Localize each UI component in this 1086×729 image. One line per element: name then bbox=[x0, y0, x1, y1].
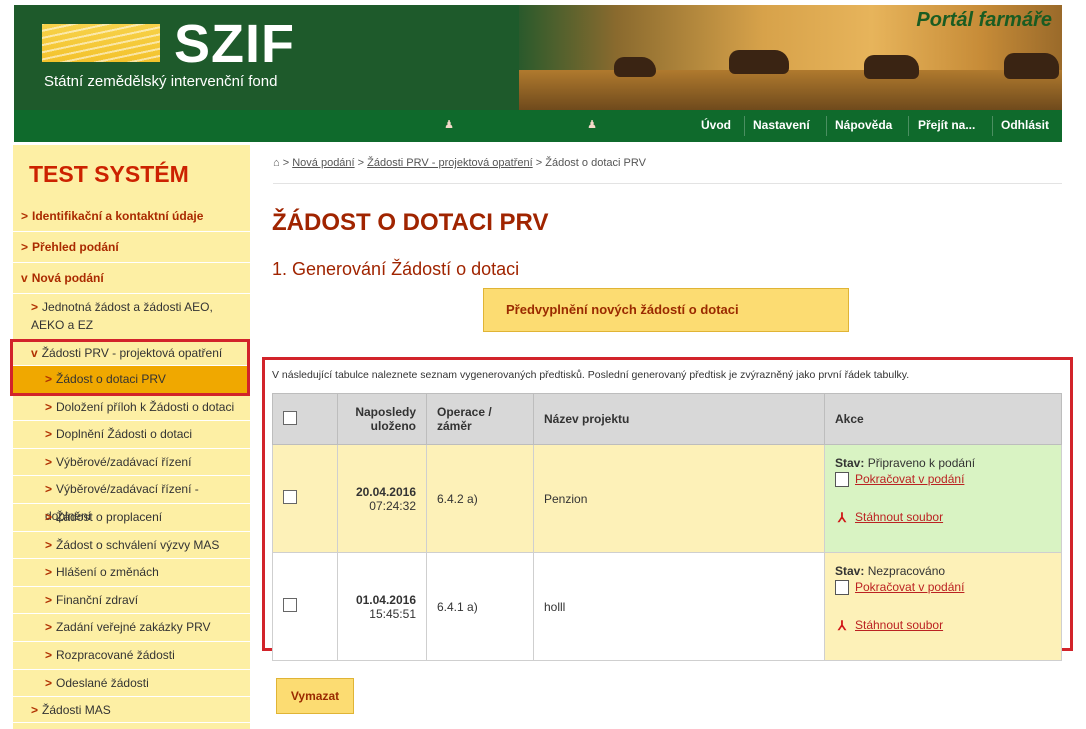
sidebar-item-jednotna-zadost[interactable]: > Jednotná žádost a žádosti AEO, AEKO a E… bbox=[13, 294, 250, 340]
chevron-right-icon: > bbox=[31, 703, 39, 718]
column-header-operation[interactable]: Operace / záměr bbox=[426, 393, 534, 445]
sidebar-item-identifikacni-udaje[interactable]: > Identifikační a kontaktní údaje bbox=[13, 201, 250, 232]
nav-uvod[interactable]: Úvod bbox=[701, 110, 731, 142]
chevron-right-icon: > bbox=[45, 565, 53, 580]
sidebar-item-rozpracovane-zadosti[interactable]: > Rozpracované žádosti bbox=[13, 642, 250, 670]
continue-link[interactable]: Pokračovat v podání bbox=[855, 580, 964, 594]
row-status: Připraveno k podání bbox=[867, 456, 976, 470]
table-header-row: Naposledy uloženo Operace / záměr Název … bbox=[272, 393, 1062, 445]
row-time: 07:24:32 bbox=[369, 498, 416, 513]
divider bbox=[273, 183, 1062, 184]
brand-subtitle: Státní zemědělský intervenční fond bbox=[44, 73, 278, 90]
cow-image bbox=[729, 50, 789, 74]
row-time: 15:45:51 bbox=[369, 606, 416, 621]
sidebar-item-dolozeni-priloh[interactable]: > Doložení příloh k Žádosti o dotaci bbox=[13, 394, 250, 422]
row-project-name: Penzion bbox=[533, 444, 825, 553]
chevron-right-icon: > bbox=[45, 482, 53, 497]
nav-prejit-na[interactable]: Přejít na... bbox=[918, 110, 975, 142]
chevron-down-icon: v bbox=[31, 346, 38, 360]
sidebar-item-financni-zdravi[interactable]: > Finanční zdraví bbox=[13, 587, 250, 615]
column-header-actions: Akce bbox=[824, 393, 1062, 445]
breadcrumb: ⌂ > Nová podání > Žádosti PRV - projekto… bbox=[273, 157, 646, 169]
sidebar-item-vyberove-rizeni-doplneni[interactable]: > Výběrové/zadávací řízení - doplnění bbox=[13, 476, 250, 523]
chevron-right-icon: > bbox=[45, 620, 53, 635]
user-switch-icon[interactable]: ♟ bbox=[585, 118, 599, 132]
chevron-right-icon: > bbox=[45, 509, 53, 524]
document-edit-icon bbox=[835, 472, 849, 488]
sidebar-item-odeslane-zadosti[interactable]: > Odeslané žádosti bbox=[13, 670, 250, 698]
document-edit-icon bbox=[835, 580, 849, 596]
brand-name[interactable]: SZIF bbox=[174, 13, 295, 75]
chevron-right-icon: > bbox=[45, 537, 53, 552]
sidebar-item-zadost-o-proplaceni[interactable]: > Žádost o proplacení bbox=[13, 504, 250, 532]
pdf-icon: ⅄ bbox=[838, 618, 846, 634]
row-status: Nezpracováno bbox=[867, 564, 946, 578]
user-icon[interactable]: ♟ bbox=[442, 118, 456, 132]
sidebar-menu: > Identifikační a kontaktní údaje > Přehle… bbox=[13, 201, 250, 724]
sidebar-item-zadosti-prv[interactable]: v Žádosti PRV - projektová opatření bbox=[13, 340, 250, 366]
chevron-right-icon: > bbox=[45, 592, 53, 607]
chevron-right-icon: > bbox=[45, 427, 53, 442]
chevron-right-icon: > bbox=[45, 647, 53, 662]
chevron-right-icon: > bbox=[21, 240, 29, 254]
chevron-down-icon: v bbox=[21, 271, 28, 285]
requests-table: Naposledy uloženo Operace / záměr Název … bbox=[272, 393, 1062, 661]
row-project-name: holll bbox=[533, 552, 825, 661]
sidebar-item-verejne-zakazky[interactable]: > Zadání veřejné zakázky PRV bbox=[13, 614, 250, 642]
select-all-cell bbox=[272, 393, 338, 445]
select-all-checkbox[interactable] bbox=[283, 410, 297, 425]
row-actions: Stav: Nezpracováno Pokračovat v podání ⅄… bbox=[824, 552, 1062, 661]
site-header: SZIF Státní zemědělský intervenční fond … bbox=[14, 5, 1062, 110]
sidebar-item-hlaseni-o-zmenach[interactable]: > Hlášení o změnách bbox=[13, 559, 250, 587]
cow-image bbox=[1004, 53, 1059, 79]
table-row: 01.04.2016 15:45:51 6.4.1 a) holll Stav:… bbox=[272, 552, 1062, 661]
main-content: ⌂ > Nová podání > Žádosti PRV - projekto… bbox=[262, 145, 1073, 729]
page-title: ŽÁDOST O DOTACI PRV bbox=[272, 209, 549, 236]
breadcrumb-nova-podani[interactable]: Nová podání bbox=[292, 157, 354, 169]
row-checkbox[interactable] bbox=[283, 598, 297, 612]
column-header-project[interactable]: Název projektu bbox=[533, 393, 825, 445]
nav-napoveda[interactable]: Nápověda bbox=[835, 110, 892, 142]
continue-link[interactable]: Pokračovat v podání bbox=[855, 472, 964, 486]
row-date: 01.04.2016 bbox=[355, 592, 416, 607]
sidebar-item-vyberove-rizeni[interactable]: > Výběrové/zadávací řízení bbox=[13, 449, 250, 477]
section-title: 1. Generování Žádostí o dotaci bbox=[272, 259, 520, 279]
chevron-right-icon: > bbox=[45, 675, 53, 690]
pdf-icon: ⅄ bbox=[838, 510, 846, 526]
row-operation: 6.4.2 a) bbox=[426, 444, 534, 553]
cow-image bbox=[864, 55, 919, 79]
download-link[interactable]: Stáhnout soubor bbox=[855, 618, 943, 632]
chevron-right-icon: > bbox=[45, 454, 53, 469]
top-navbar: ♟ ♟ Úvod Nastavení Nápověda Přejít na...… bbox=[14, 110, 1062, 142]
chevron-right-icon: > bbox=[21, 209, 29, 223]
sidebar-item-prehled-podani[interactable]: > Přehled podání bbox=[13, 232, 250, 263]
row-checkbox[interactable] bbox=[283, 490, 297, 504]
home-icon[interactable]: ⌂ bbox=[273, 157, 280, 169]
sidebar-item-schvaleni-vyzvy-mas[interactable]: > Žádost o schválení výzvy MAS bbox=[13, 532, 250, 560]
chevron-right-icon: > bbox=[45, 399, 53, 414]
delete-button[interactable]: Vymazat bbox=[276, 678, 354, 714]
system-title: TEST SYSTÉM bbox=[29, 161, 189, 187]
chevron-right-icon: > bbox=[45, 372, 53, 386]
column-header-saved[interactable]: Naposledy uloženo bbox=[337, 393, 427, 445]
chevron-right-icon: > bbox=[31, 300, 39, 314]
row-operation: 6.4.1 a) bbox=[426, 552, 534, 661]
sidebar: TEST SYSTÉM > Identifikační a kontaktní ú… bbox=[13, 145, 250, 729]
portal-title: Portál farmáře bbox=[916, 9, 1052, 31]
row-actions: Stav: Připraveno k podání Pokračovat v p… bbox=[824, 444, 1062, 553]
nav-odhlasit[interactable]: Odhlásit bbox=[1001, 110, 1049, 142]
download-link[interactable]: Stáhnout soubor bbox=[855, 510, 943, 524]
sidebar-item-doplneni-zadosti[interactable]: > Doplnění Žádosti o dotaci bbox=[13, 421, 250, 449]
cow-image bbox=[614, 57, 656, 77]
row-date: 20.04.2016 bbox=[355, 484, 416, 499]
prefill-button[interactable]: Předvyplnění nových žádostí o dotaci bbox=[483, 288, 849, 332]
breadcrumb-current: Žádost o dotaci PRV bbox=[545, 157, 646, 169]
sidebar-item-zadost-o-dotaci-prv[interactable]: > Žádost o dotaci PRV bbox=[13, 366, 250, 394]
nav-nastaveni[interactable]: Nastavení bbox=[753, 110, 810, 142]
sidebar-item-nova-podani[interactable]: v Nová podání bbox=[13, 263, 250, 294]
table-info-text: V následující tabulce naleznete seznam v… bbox=[272, 369, 910, 381]
breadcrumb-zadosti-prv[interactable]: Žádosti PRV - projektová opatření bbox=[367, 157, 533, 169]
table-row: 20.04.2016 07:24:32 6.4.2 a) Penzion Sta… bbox=[272, 444, 1062, 553]
sidebar-item-zadosti-mas[interactable]: > Žádosti MAS bbox=[13, 697, 250, 724]
